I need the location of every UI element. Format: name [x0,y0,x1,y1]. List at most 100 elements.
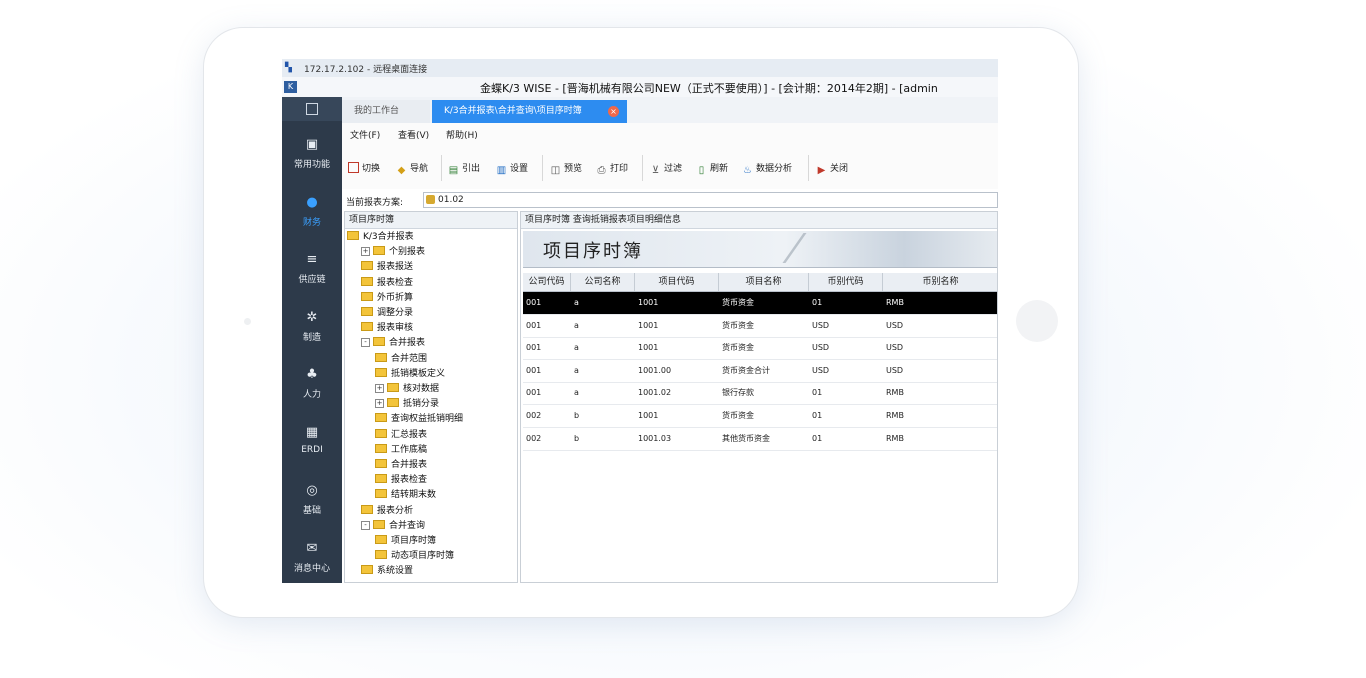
preview-button[interactable]: ◫ 预览 [550,161,583,176]
print-button[interactable]: ⎙ 打印 [596,161,629,176]
sidebar-item-label: ERDI [301,445,323,455]
scheme-field[interactable]: 01.02 [423,192,998,208]
k3-logo-icon: K [284,81,297,93]
table-row[interactable]: 002 b 1001.03 其他货币资金 01 RMB [523,428,997,451]
close-button[interactable]: ▶ 关闭 [816,161,848,176]
table-cell: a [574,343,579,353]
tree-item[interactable]: 报表检查 [361,276,413,291]
folder-icon [361,322,373,332]
tree-item[interactable]: 报表分析 [361,504,413,519]
sidebar-item-hr[interactable]: ♣ 人力 [282,367,342,423]
collapse-icon[interactable]: - [361,338,370,348]
expand-icon[interactable]: + [361,247,370,257]
collapse-icon[interactable]: - [361,520,370,530]
tree-item-label: 报表分析 [377,505,414,516]
tree-item[interactable]: 结转期末数 [375,488,436,503]
close-icon[interactable]: × [608,106,619,117]
menu-bar: 文件(F) 查看(V) 帮助(H) [342,123,998,145]
table-row[interactable]: 001 a 1001.02 银行存款 01 RMB [523,382,997,406]
sidebar-item-label: 消息中心 [293,564,330,574]
folder-icon [375,550,387,560]
analysis-icon: ♨ [743,165,752,176]
table-row[interactable]: 001 a 1001.00 货币资金合计 USD USD [523,360,997,383]
tree-item[interactable]: 报表审核 [361,321,413,336]
menu-view[interactable]: 查看(V) [398,128,429,141]
tree-item[interactable]: 动态项目序时簿 [375,549,454,564]
tab-workbench[interactable]: 我的工作台 [342,100,430,123]
tree-item[interactable]: - 合并查询 [361,519,425,534]
table-cell: 1001 [638,320,659,330]
sidebar-item-finance[interactable]: ● 财务 [282,195,342,251]
toolbar-label: 导航 [410,164,429,174]
table-cell: RMB [886,433,904,443]
tab-project-journal[interactable]: K/3合并报表\合并查询\项目序时簿 × [432,100,627,123]
tree-item[interactable]: 工作底稿 [375,443,427,458]
column-header[interactable]: 项目名称 [719,273,809,291]
tree-item[interactable]: 调整分录 [361,306,413,321]
table-row[interactable]: 001 a 1001 货币资金 01 RMB [523,292,997,315]
sidebar-item-label: 制造 [302,333,321,343]
export-button[interactable]: ▤ 引出 [448,161,480,176]
expand-icon[interactable]: + [375,384,384,393]
export-icon: ▤ [448,165,459,176]
table-row[interactable]: 001 a 1001 货币资金 USD USD [523,337,997,361]
report-scheme-bar: 当前报表方案: 01.02 [342,189,998,211]
tree-item[interactable]: 报表报送 [361,260,413,275]
report-panel: 项目序时簿 查询抵销报表项目明细信息 项目序时簿 公司代码 公司名称 项目代码 项目名… [520,211,998,583]
sidebar-toggle[interactable] [282,97,342,121]
toolbar-label: 预览 [564,164,583,174]
expand-icon[interactable]: + [375,399,384,409]
tree-item[interactable]: 报表检查 [375,473,427,488]
sidebar-item-erdi[interactable]: ▦ ERDI [282,425,342,481]
switch-button[interactable]: 切换 [348,161,380,175]
menu-help[interactable]: 帮助(H) [446,128,478,141]
tree-item[interactable]: + 核对数据 [375,382,439,397]
sidebar-item-messages[interactable]: ✉ 消息中心 [282,541,342,583]
table-cell: RMB [886,388,904,398]
folder-icon [361,504,373,514]
sidebar-item-manufacturing[interactable]: ✲ 制造 [282,310,342,366]
tree-item[interactable]: 系统设置 [361,564,413,579]
column-header[interactable]: 公司名称 [571,273,635,291]
tree-item-label: 结转期末数 [391,490,437,501]
table-cell: RMB [886,298,904,307]
tree-item-label: 合并报表 [391,460,428,470]
folder-icon [361,261,373,271]
table-cell: USD [812,365,830,375]
filter-button[interactable]: ⊻ 过滤 [650,161,682,176]
tree-item[interactable]: 抵销模板定义 [375,367,445,382]
tree-item[interactable]: K/3合并报表 [347,230,414,245]
tree-item[interactable]: 项目序时簿 [375,534,436,549]
tree-item[interactable]: + 抵销分录 [375,397,439,412]
table-row[interactable]: 002 b 1001 货币资金 01 RMB [523,405,997,428]
refresh-button[interactable]: ▯ 刷新 [696,161,728,176]
sidebar-item-basic[interactable]: ◎ 基础 [282,483,342,539]
toolbar-label: 设置 [510,164,529,174]
menu-file[interactable]: 文件(F) [350,128,380,141]
scheme-label: 当前报表方案: [346,198,404,208]
table-row[interactable]: 001 a 1001 货币资金 USD USD [523,315,997,338]
tree-item[interactable]: 合并范围 [375,352,427,367]
tree-item[interactable]: 汇总报表 [375,428,427,443]
tree-item[interactable]: + 个别报表 [361,245,425,260]
navigate-button[interactable]: ◆ 导航 [396,161,429,176]
sidebar-item-common[interactable]: ▣ 常用功能 [282,137,342,193]
settings-icon: ◎ [306,483,318,498]
folder-icon [361,565,373,575]
column-header[interactable]: 币别名称 [883,273,997,291]
table-cell: 货币资金 [722,343,754,353]
sidebar-item-supply-chain[interactable]: ≡ 供应链 [282,252,342,308]
navigation-tree: 项目序时簿 K/3合并报表 + 个别报表 报表报送 报表检查 外币折算 调整分录 报表审核 - 合… [344,211,518,583]
preview-icon: ◫ [550,165,561,176]
column-header[interactable]: 项目代码 [635,273,719,291]
tree-item[interactable]: 查询权益抵销明细 [375,412,463,427]
column-header[interactable]: 币别代码 [809,273,883,291]
analysis-button[interactable]: ♨ 数据分析 [742,161,792,176]
settings-button[interactable]: ▥ 设置 [496,161,529,176]
tree-item[interactable]: - 合并报表 [361,336,425,351]
tree-item[interactable]: 合并报表 [375,458,427,473]
home-button[interactable] [1016,300,1058,342]
tree-item[interactable]: 外币折算 [361,291,413,306]
column-header[interactable]: 公司代码 [523,273,571,291]
print-icon: ⎙ [597,165,606,176]
